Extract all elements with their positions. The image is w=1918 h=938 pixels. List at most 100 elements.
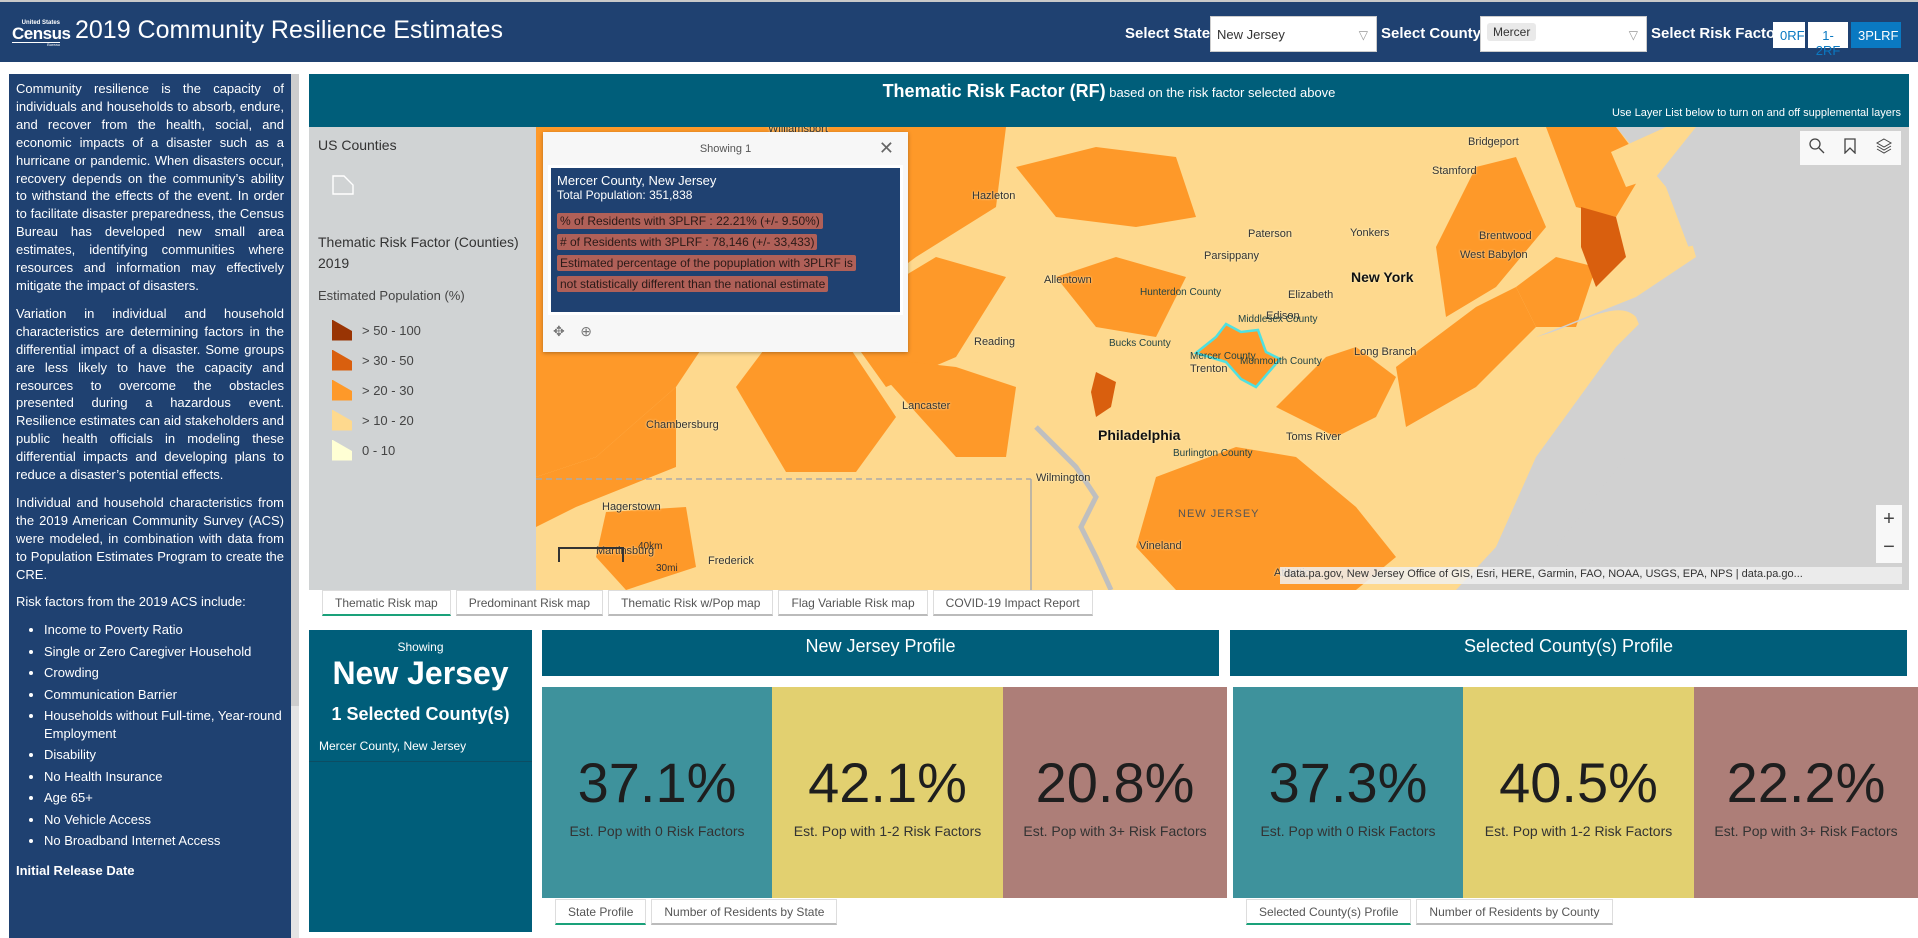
popup-county-name: Mercer County, New Jersey (557, 173, 717, 188)
map-header: Thematic Risk Factor (RF) based on the r… (309, 74, 1909, 127)
city-label: Allentown (1044, 274, 1092, 286)
city-label: Trenton (1190, 363, 1228, 375)
legend-swatch (332, 409, 352, 431)
city-label: Hagerstown (602, 501, 661, 513)
stat-tile: 37.1% Est. Pop with 0 Risk Factors (542, 687, 772, 898)
map-attribution[interactable]: data.pa.gov, New Jersey Office of GIS, E… (1280, 567, 1902, 584)
move-icon[interactable]: ✥ (553, 323, 565, 339)
risk-factor-item: Income to Poverty Ratio (44, 621, 284, 639)
tab[interactable]: Number of Residents by County (1416, 899, 1613, 925)
popup-note-line1: Estimated percentage of the popuplation … (557, 255, 856, 271)
left-panel-scroll-thumb[interactable] (291, 74, 299, 706)
state-select[interactable]: New Jersey ▽ (1210, 16, 1377, 52)
description-paragraph: Variation in individual and household ch… (16, 305, 284, 483)
legend-layer-us-counties: US Counties (318, 137, 397, 153)
county-profile-tab-bar: Selected County(s) Profile Number of Resi… (1246, 899, 1618, 925)
map-legend: US Counties Thematic Risk Factor (Counti… (309, 127, 536, 590)
risk-factor-item: No Broadband Internet Access (44, 832, 284, 850)
map-hint: Use Layer List below to turn on and off … (1611, 107, 1901, 119)
map-title: Thematic Risk Factor (RF) based on the r… (309, 81, 1909, 102)
city-label: Elizabeth (1288, 289, 1334, 301)
description-paragraph: Individual and household characteristics… (16, 494, 284, 582)
city-label: Chambersburg (646, 419, 719, 431)
risk-button-0rf[interactable]: 0RF (1773, 22, 1805, 48)
layers-icon[interactable] (1875, 137, 1892, 159)
county-label: Bucks County (1109, 338, 1171, 349)
stat-label: Est. Pop with 3+ Risk Factors (1023, 823, 1207, 839)
scale-mi-label: 30mi (656, 563, 678, 574)
tab[interactable]: Number of Residents by State (651, 899, 838, 925)
selected-county-item[interactable]: Mercer County, New Jersey (309, 725, 532, 762)
risk-factor-item: Single or Zero Caregiver Household (44, 643, 284, 661)
risk-button-1-2rf[interactable]: 1-2RF (1808, 22, 1848, 58)
state-profile-tab-bar: State Profile Number of Residents by Stat… (555, 899, 842, 925)
tab[interactable]: Thematic Risk map (322, 590, 451, 616)
logo-main-text: Census (12, 24, 71, 43)
state-select-label: Select State: (1125, 25, 1216, 42)
state-select-value: New Jersey (1217, 27, 1285, 42)
risk-factors-intro: Risk factors from the 2019 ACS include: (16, 594, 246, 610)
city-label: Philadelphia (1098, 427, 1181, 443)
county-chip[interactable]: Mercer (1487, 23, 1537, 41)
county-select-label: Select County: (1381, 25, 1487, 42)
zoom-out-button[interactable]: − (1876, 533, 1902, 561)
tab[interactable]: Selected County(s) Profile (1246, 899, 1412, 925)
legend-class: 0 - 10 (318, 435, 527, 465)
tab[interactable]: Flag Variable Risk map (778, 590, 928, 616)
legend-caption: Estimated Population (%) (318, 288, 465, 303)
popup-note-line2: not statistically different than the nat… (557, 276, 829, 292)
stat-value: 37.3% (1268, 751, 1428, 814)
stat-tile: 37.3% Est. Pop with 0 Risk Factors (1233, 687, 1463, 898)
stat-label: Est. Pop with 0 Risk Factors (1260, 823, 1436, 839)
city-label: Yonkers (1350, 227, 1390, 239)
legend-swatch (332, 349, 352, 371)
zoom-control: + − (1876, 505, 1902, 563)
polygon-symbol-icon (332, 175, 354, 195)
stat-label: Est. Pop with 0 Risk Factors (569, 823, 745, 839)
stat-tile: 42.1% Est. Pop with 1-2 Risk Factors (772, 687, 1003, 898)
city-label: New York (1351, 269, 1414, 285)
risk-factor-item: Communication Barrier (44, 686, 284, 704)
popup-title: Showing 1 (699, 143, 752, 155)
feature-popup: Showing 1 ✕ Mercer County, New Jersey To… (543, 132, 908, 352)
risk-factor-item: Age 65+ (44, 789, 284, 807)
city-label: Stamford (1432, 165, 1477, 177)
search-icon[interactable] (1809, 137, 1825, 159)
risk-factor-item: Households without Full-time, Year-round… (44, 707, 284, 743)
risk-button-3plrf[interactable]: 3PLRF (1851, 22, 1901, 48)
legend-class-label: > 30 - 50 (362, 352, 414, 368)
tab[interactable]: State Profile (555, 899, 647, 925)
city-label: Hazleton (972, 190, 1016, 202)
app-header: United States Census Bureau 2019 Communi… (0, 0, 1918, 62)
bookmark-icon[interactable] (1843, 137, 1857, 159)
state-label: NEW JERSEY (1178, 508, 1260, 520)
legend-swatch (332, 379, 352, 401)
city-label: West Babylon (1460, 249, 1528, 261)
stat-value: 37.1% (577, 751, 737, 814)
tab[interactable]: Predominant Risk map (455, 590, 604, 616)
legend-class: > 50 - 100 (318, 315, 527, 345)
zoom-in-button[interactable]: + (1876, 505, 1902, 533)
stat-value: 20.8% (1035, 751, 1195, 814)
tab[interactable]: COVID-19 Impact Report (932, 590, 1093, 616)
county-select[interactable]: Mercer ▽ (1480, 16, 1647, 52)
risk-factor-item: Disability (44, 746, 284, 764)
census-logo[interactable]: United States Census Bureau (12, 20, 71, 47)
legend-class: > 20 - 30 (318, 375, 527, 405)
state-profile-header: New Jersey Profile (542, 630, 1219, 676)
city-label: Bridgeport (1468, 136, 1519, 148)
tab[interactable]: Thematic Risk w/Pop map (608, 590, 774, 616)
risk-factor-item: Crowding (44, 664, 284, 682)
scale-bar (558, 547, 624, 562)
map-tab-bar: Thematic Risk map Predominant Risk map The… (322, 590, 1098, 616)
close-icon[interactable]: ✕ (879, 138, 894, 159)
stat-tile: 20.8% Est. Pop with 3+ Risk Factors (1003, 687, 1227, 898)
description-paragraph: Community resilience is the capacity of … (16, 81, 284, 293)
risk-factor-list: Income to Poverty Ratio Single or Zero C… (44, 621, 284, 849)
stat-label: Est. Pop with 1-2 Risk Factors (1484, 823, 1673, 839)
risk-factor-item: No Health Insurance (44, 768, 284, 786)
selection-summary-panel: Showing New Jersey 1 Selected County(s) … (309, 630, 532, 932)
popup-total-population: Total Population: 351,838 (557, 188, 693, 202)
zoom-to-icon[interactable]: ⊕ (580, 323, 592, 339)
stat-value: 22.2% (1726, 751, 1886, 814)
